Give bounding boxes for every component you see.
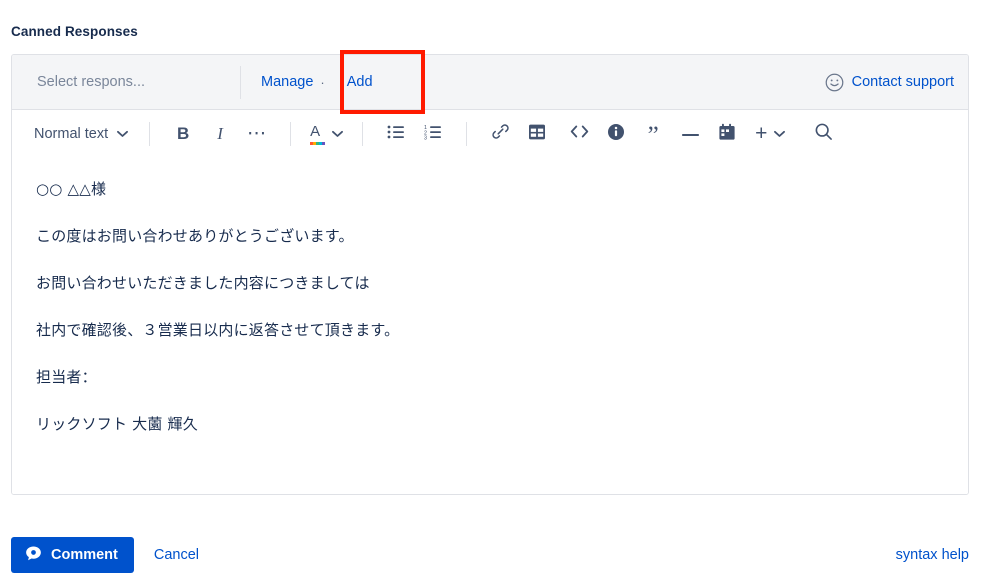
manage-responses-link[interactable]: Manage (261, 74, 313, 90)
text-style-dropdown[interactable]: Normal text (34, 126, 132, 142)
text-color-button[interactable]: A (308, 120, 345, 148)
paragraph: お問い合わせいただきました内容につきましては (36, 274, 370, 292)
more-formatting-button[interactable]: ⋯ (241, 118, 273, 150)
comment-button-label: Comment (51, 547, 118, 563)
toolbar-divider (290, 122, 292, 146)
toolbar-divider (362, 122, 364, 146)
bold-button[interactable]: B (167, 118, 199, 150)
quote-icon: ” (647, 122, 659, 149)
chevron-down-icon (774, 125, 786, 143)
bar-divider (240, 65, 241, 99)
link-button[interactable] (484, 118, 516, 150)
paragraph: リックソフト 大薗 輝久 (36, 415, 198, 433)
syntax-help-link[interactable]: syntax help (896, 547, 969, 563)
paragraph: 社内で確認後、３営業日以内に返答させて頂きます。 (36, 321, 400, 339)
toolbar-divider (466, 122, 468, 146)
numbered-list-button[interactable]: 1 2 3 (417, 118, 449, 150)
table-icon (528, 123, 546, 146)
canned-responses-screen: Canned Responses Select respons... Manag… (0, 0, 1000, 585)
plus-icon: + (755, 122, 768, 145)
numbered-list-icon: 1 2 3 (424, 124, 442, 145)
divider-button[interactable] (674, 118, 706, 150)
editor-actions: Comment Cancel syntax help (11, 537, 969, 573)
page-title: Canned Responses (11, 24, 138, 39)
bullet-list-icon (387, 124, 405, 145)
chevron-down-icon (332, 125, 344, 143)
bold-icon: B (177, 124, 190, 143)
paragraph: ○○ △△様 (36, 180, 107, 198)
add-response-link[interactable]: Add (347, 74, 373, 90)
horizontal-rule-icon (681, 125, 700, 143)
svg-text:3: 3 (424, 135, 427, 140)
italic-button[interactable]: I (204, 118, 236, 150)
link-separator: · (320, 74, 325, 90)
text-color-icon: A (310, 123, 326, 145)
cancel-link[interactable]: Cancel (154, 547, 199, 563)
info-circle-icon (607, 123, 625, 146)
bullet-list-button[interactable] (380, 118, 412, 150)
comment-button[interactable]: Comment (11, 537, 134, 573)
contact-support-link[interactable]: Contact support (825, 73, 954, 92)
italic-icon: I (217, 124, 223, 143)
paragraph: この度はお問い合わせありがとうございます。 (36, 227, 354, 245)
quote-button[interactable]: ” (637, 118, 669, 150)
speech-bubble-icon (25, 545, 42, 566)
add-response-wrap: Add (331, 73, 389, 91)
color-swatch-strip (310, 142, 326, 145)
date-button[interactable] (711, 118, 743, 150)
toolbar-divider (149, 122, 151, 146)
search-icon (814, 122, 833, 146)
canned-responses-bar: Select respons... Manage · Add Contact s… (12, 55, 968, 110)
table-button[interactable] (521, 118, 553, 150)
code-icon (570, 124, 589, 144)
insert-more-button[interactable]: + (753, 122, 787, 146)
find-replace-button[interactable] (807, 118, 839, 150)
comment-editor: Select respons... Manage · Add Contact s… (11, 54, 969, 495)
comment-body[interactable]: ○○ △△様 この度はお問い合わせありがとうございます。 お問い合わせいただきま… (12, 158, 968, 494)
chevron-down-icon (117, 126, 129, 142)
paragraph: 担当者： (36, 368, 97, 386)
code-block-button[interactable] (563, 118, 595, 150)
formatting-toolbar: Normal text B I ⋯ A 1 2 3 ” + (12, 110, 968, 158)
ellipsis-icon: ⋯ (247, 123, 268, 144)
link-icon (491, 122, 510, 146)
info-panel-button[interactable] (600, 118, 632, 150)
text-style-label: Normal text (34, 126, 109, 142)
calendar-icon (718, 123, 736, 146)
contact-support-label: Contact support (851, 74, 954, 90)
canned-response-select[interactable]: Select respons... (12, 74, 240, 90)
smiley-face-icon (825, 73, 844, 92)
